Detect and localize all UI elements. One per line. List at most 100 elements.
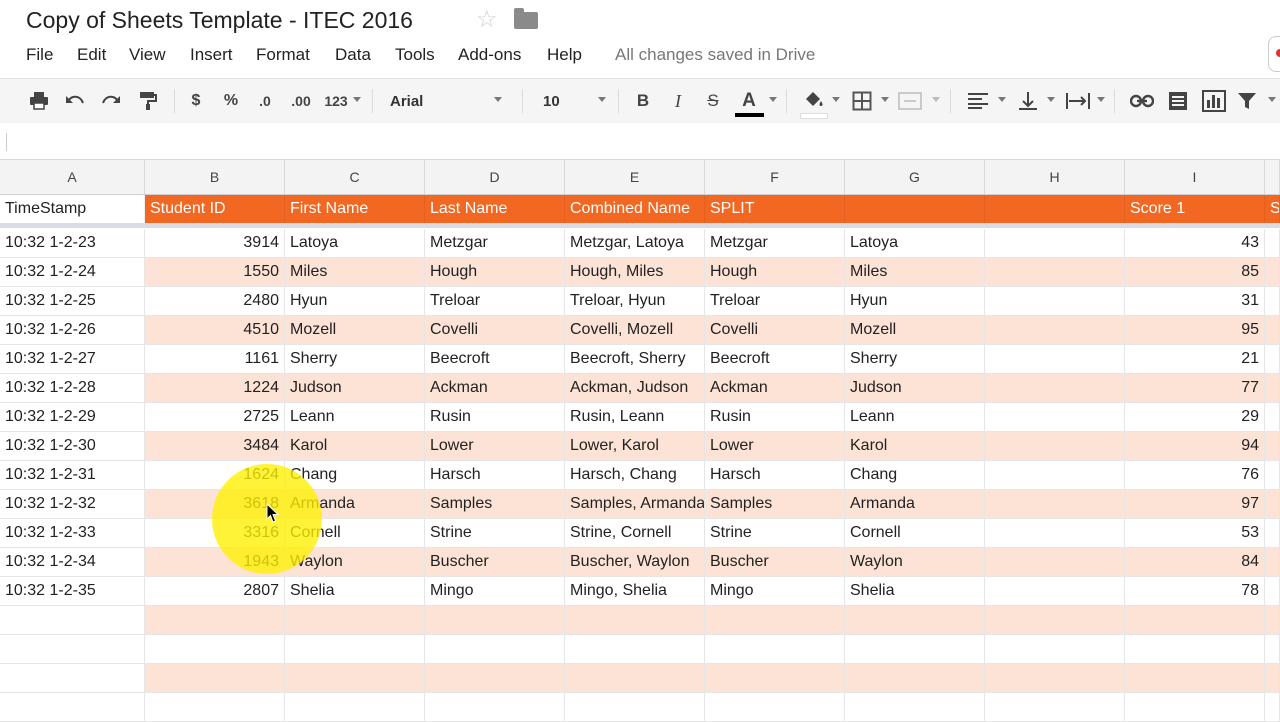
table-cell[interactable]: Harsch — [425, 461, 565, 490]
table-cell[interactable]: Judson — [285, 374, 425, 403]
table-cell[interactable]: 2725 — [145, 403, 285, 432]
table-cell[interactable] — [565, 693, 705, 722]
table-cell[interactable]: 94 — [1125, 432, 1265, 461]
table-cell[interactable]: Strine — [705, 519, 845, 548]
table-cell[interactable] — [1265, 635, 1280, 664]
table-cell[interactable]: 1161 — [145, 345, 285, 374]
table-cell[interactable]: Mingo — [425, 577, 565, 606]
chevron-down-icon[interactable] — [494, 97, 502, 102]
table-cell[interactable]: 10:32 1-2-26 — [0, 316, 145, 345]
table-cell[interactable]: Harsch — [705, 461, 845, 490]
table-cell[interactable]: 10:32 1-2-34 — [0, 548, 145, 577]
valign-bottom-icon[interactable] — [1014, 79, 1042, 123]
table-cell[interactable]: Covelli, Mozell — [565, 316, 705, 345]
table-cell[interactable] — [985, 461, 1125, 490]
chevron-down-icon[interactable] — [1047, 97, 1055, 102]
table-cell[interactable]: Hough, Miles — [565, 258, 705, 287]
table-cell[interactable]: 10:32 1-2-31 — [0, 461, 145, 490]
table-cell[interactable] — [0, 606, 145, 635]
link-icon[interactable] — [1128, 79, 1156, 123]
table-cell[interactable]: Miles — [285, 258, 425, 287]
paint-format-icon[interactable] — [133, 79, 163, 123]
chevron-down-icon[interactable] — [1268, 97, 1276, 102]
table-cell[interactable]: Cornell — [285, 519, 425, 548]
table-cell[interactable]: Hyun — [285, 287, 425, 316]
borders-icon[interactable] — [848, 79, 876, 123]
table-cell[interactable]: Mingo, Shelia — [565, 577, 705, 606]
table-cell[interactable]: 1624 — [145, 461, 285, 490]
chevron-down-icon[interactable] — [353, 97, 361, 102]
table-cell[interactable]: 97 — [1125, 490, 1265, 519]
table-cell[interactable]: Mozell — [285, 316, 425, 345]
chart-icon[interactable] — [1199, 79, 1229, 123]
menu-view[interactable]: View — [129, 45, 166, 65]
table-cell[interactable] — [985, 693, 1125, 722]
table-cell[interactable]: Karol — [845, 432, 985, 461]
table-cell[interactable]: Hyun — [845, 287, 985, 316]
table-cell[interactable] — [1265, 316, 1280, 345]
table-cell[interactable]: 77 — [1125, 374, 1265, 403]
table-cell[interactable]: Latoya — [285, 229, 425, 258]
column-header-i[interactable]: I — [1125, 160, 1265, 194]
table-cell[interactable]: 95 — [1125, 316, 1265, 345]
bold-button[interactable]: B — [630, 79, 656, 123]
table-cell[interactable]: Judson — [845, 374, 985, 403]
table-cell[interactable]: Shelia — [285, 577, 425, 606]
table-cell[interactable]: 3618 — [145, 490, 285, 519]
header-cell[interactable]: SPLIT — [705, 195, 845, 223]
table-cell[interactable] — [425, 693, 565, 722]
folder-icon[interactable] — [514, 8, 538, 29]
table-cell[interactable] — [1265, 258, 1280, 287]
table-cell[interactable]: Rusin, Leann — [565, 403, 705, 432]
table-cell[interactable]: 10:32 1-2-24 — [0, 258, 145, 287]
table-cell[interactable] — [0, 693, 145, 722]
table-cell[interactable] — [985, 635, 1125, 664]
table-cell[interactable]: Lower — [425, 432, 565, 461]
currency-button[interactable]: $ — [183, 79, 209, 123]
menu-data[interactable]: Data — [335, 45, 371, 65]
table-cell[interactable]: Strine — [425, 519, 565, 548]
table-cell[interactable] — [1265, 693, 1280, 722]
table-cell[interactable]: Buscher, Waylon — [565, 548, 705, 577]
frozen-row-divider[interactable] — [0, 223, 1280, 228]
column-header-j[interactable] — [1265, 160, 1280, 194]
table-cell[interactable]: Ackman — [705, 374, 845, 403]
table-cell[interactable] — [1265, 519, 1280, 548]
header-cell[interactable]: Last Name — [425, 195, 565, 223]
table-cell[interactable]: Hough — [425, 258, 565, 287]
table-cell[interactable]: 10:32 1-2-30 — [0, 432, 145, 461]
table-cell[interactable] — [0, 664, 145, 693]
column-header-a[interactable]: A — [0, 160, 145, 194]
table-cell[interactable] — [985, 577, 1125, 606]
table-cell[interactable] — [145, 664, 285, 693]
table-cell[interactable] — [1265, 345, 1280, 374]
table-cell[interactable]: Buscher — [425, 548, 565, 577]
table-cell[interactable]: 1224 — [145, 374, 285, 403]
menu-file[interactable]: File — [26, 45, 53, 65]
menu-help[interactable]: Help — [547, 45, 582, 65]
table-cell[interactable]: Chang — [285, 461, 425, 490]
table-cell[interactable] — [1265, 490, 1280, 519]
header-cell[interactable]: TimeStamp — [0, 195, 145, 223]
filter-icon[interactable] — [1234, 79, 1260, 123]
italic-button[interactable]: I — [665, 79, 691, 123]
header-cell[interactable] — [845, 195, 985, 223]
header-cell[interactable] — [985, 195, 1125, 223]
table-cell[interactable]: Strine, Cornell — [565, 519, 705, 548]
menu-format[interactable]: Format — [256, 45, 310, 65]
align-left-icon[interactable] — [964, 79, 992, 123]
table-cell[interactable] — [1265, 577, 1280, 606]
save-status[interactable]: All changes saved in Drive — [615, 45, 815, 65]
table-cell[interactable] — [1265, 432, 1280, 461]
chevron-down-icon[interactable] — [598, 97, 606, 102]
table-cell[interactable] — [1265, 374, 1280, 403]
chevron-down-icon[interactable] — [932, 97, 940, 102]
star-icon[interactable]: ☆ — [476, 5, 498, 34]
table-cell[interactable] — [145, 693, 285, 722]
percent-button[interactable]: % — [218, 79, 244, 123]
table-cell[interactable] — [985, 316, 1125, 345]
strikethrough-button[interactable]: S — [700, 79, 726, 123]
table-cell[interactable] — [425, 606, 565, 635]
table-cell[interactable] — [1265, 403, 1280, 432]
table-cell[interactable]: Mingo — [705, 577, 845, 606]
